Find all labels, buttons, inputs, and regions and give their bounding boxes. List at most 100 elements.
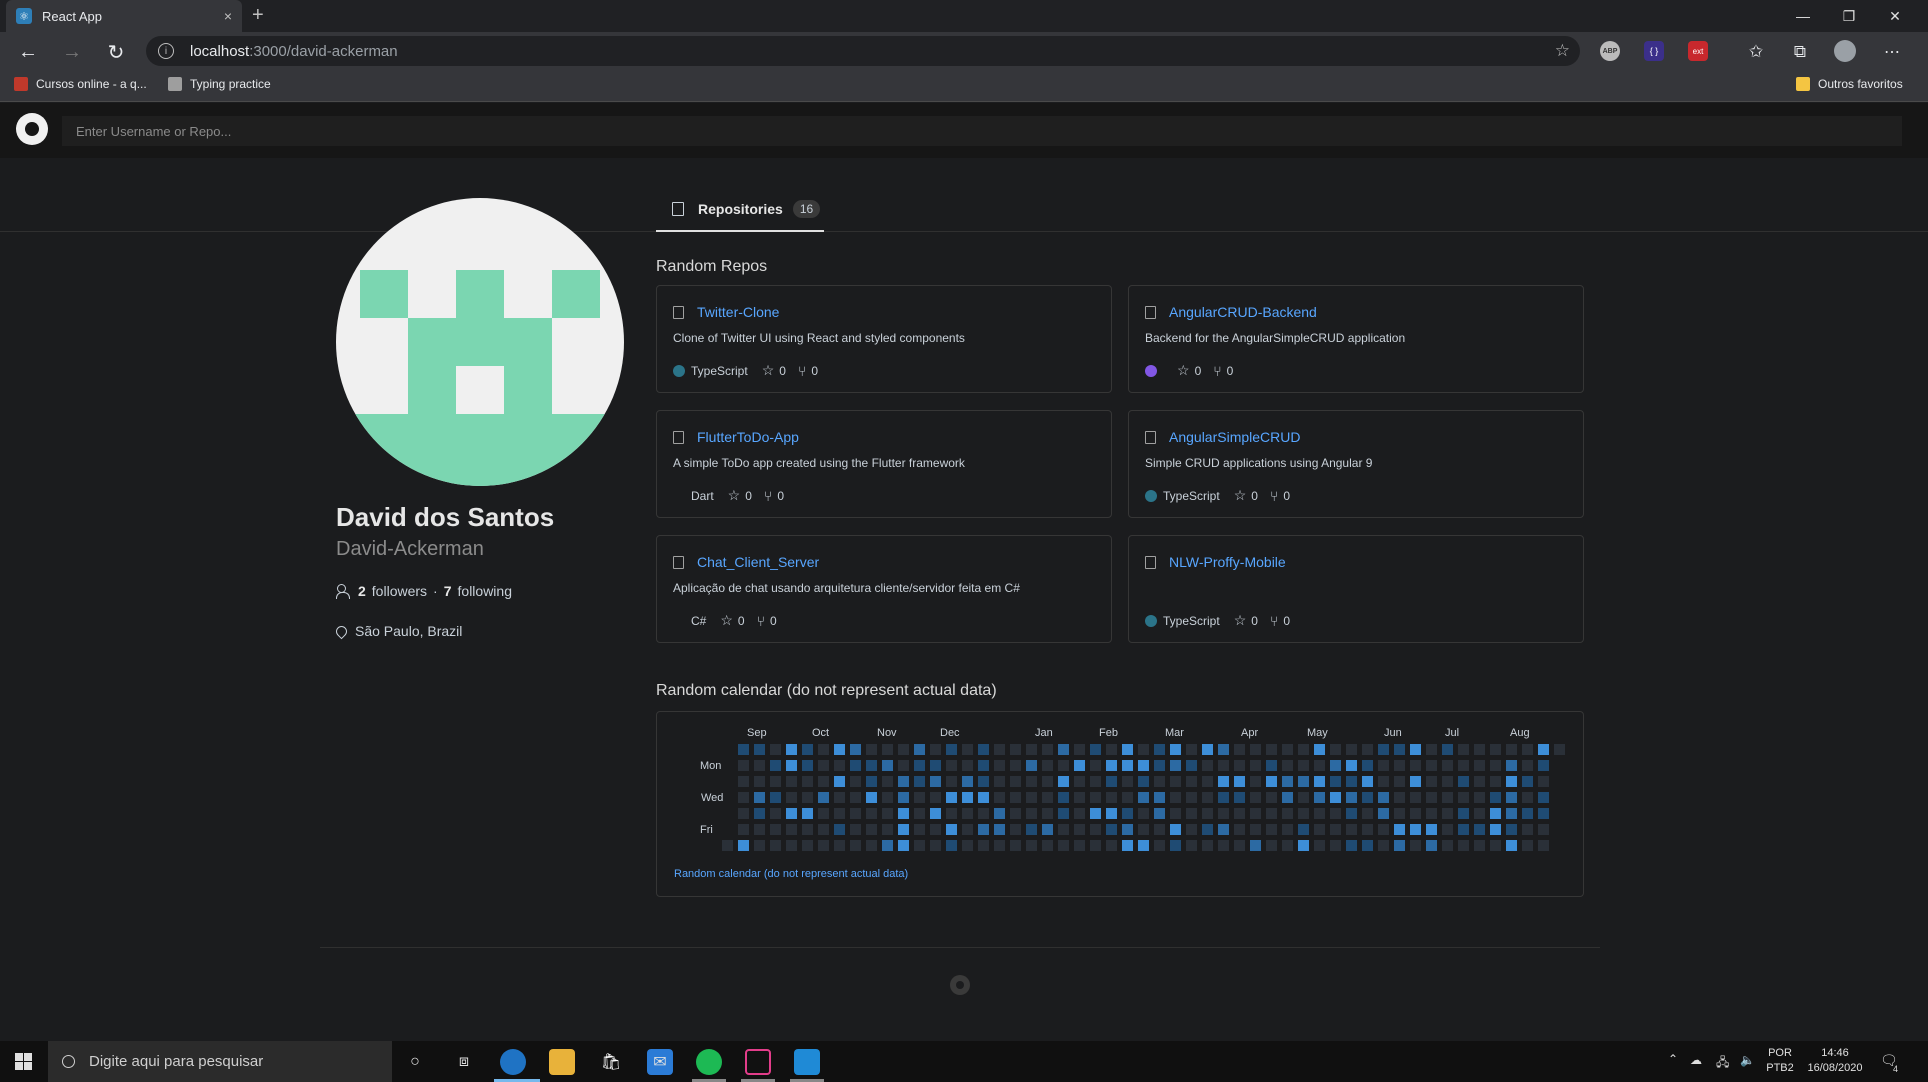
input-language[interactable]: POR PTB2 [1764,1046,1796,1076]
url-bar[interactable]: i localhost :3000/david-ackerman ☆ [146,36,1580,66]
keyboard-icon [168,77,182,91]
calendar-day-cell [1122,840,1133,851]
calendar-day-cell [1522,840,1533,851]
following-link[interactable]: following [458,583,512,599]
repo-name-link[interactable]: AngularCRUD-Backend [1169,304,1317,320]
bookmark-typing-practice[interactable]: Typing practice [168,77,271,91]
task-view-icon[interactable]: ⧈ [451,1049,477,1075]
calendar-day-cell [1090,776,1101,787]
calendar-day-cell [1490,744,1501,755]
repo-name-link[interactable]: FlutterToDo-App [697,429,799,445]
calendar-day-cell [930,760,941,771]
calendar-day-cell [1394,792,1405,803]
bookmark-star-icon[interactable]: ☆ [1555,41,1570,61]
calendar-day-cell [738,840,749,851]
repo-book-icon [673,306,684,319]
vscode-icon[interactable] [794,1049,820,1075]
calendar-day-cell [978,776,989,787]
store-icon[interactable]: 🛍 [598,1049,624,1075]
close-window-icon[interactable]: ✕ [1872,0,1918,32]
calendar-day-cell [1282,792,1293,803]
calendar-day-cell [1298,760,1309,771]
other-favorites-folder[interactable]: Outros favoritos [1796,77,1903,91]
bookmark-cursos-online[interactable]: Cursos online - a q... [14,77,147,91]
contribution-calendar: Sep Oct Nov Dec Jan Feb Mar Apr May Jun Jul Aug Mon… [656,711,1584,897]
reload-icon[interactable]: ↻ [102,38,130,66]
cortana-icon[interactable]: ○ [402,1049,428,1075]
calendar-day-cell [898,840,909,851]
forward-arrow-icon[interactable]: → [58,38,86,66]
calendar-day-cell [930,792,941,803]
favorites-icon[interactable]: ✩ [1742,38,1770,66]
network-icon[interactable]: 🖧 [1716,1053,1729,1074]
tab-close-icon[interactable]: × [224,8,232,24]
calendar-day-cell [1202,840,1213,851]
calendar-day-cell [1058,840,1069,851]
json-extension-icon[interactable]: { } [1644,41,1664,61]
calendar-note-link[interactable]: Random calendar (do not represent actual… [674,868,908,880]
calendar-day-cell [882,760,893,771]
repo-name-link[interactable]: NLW-Proffy-Mobile [1169,554,1286,570]
calendar-day-cell [802,808,813,819]
calendar-day-cell [802,776,813,787]
calendar-day-cell [1202,744,1213,755]
repo-name-link[interactable]: AngularSimpleCRUD [1169,429,1301,445]
collections-icon[interactable]: ⧉ [1786,38,1814,66]
followers-link[interactable]: followers [372,583,427,599]
calendar-day-cell [866,824,877,835]
bookmark-label: Typing practice [190,77,271,91]
calendar-day-cell [898,760,909,771]
tray-chevron-icon[interactable]: ⌃ [1668,1052,1678,1066]
onedrive-icon[interactable]: ☁ [1690,1053,1702,1067]
browser-tab[interactable]: ⚛ React App × [6,0,242,32]
username-search-input[interactable] [62,116,1902,146]
repo-name-link[interactable]: Chat_Client_Server [697,554,819,570]
minimize-icon[interactable]: — [1780,0,1826,32]
windows-taskbar: Digite aqui para pesquisar ○ ⧈ 🛍 ✉ [0,1041,1928,1082]
taskbar-search[interactable]: Digite aqui para pesquisar [48,1041,392,1082]
github-logo-icon[interactable] [16,113,48,145]
calendar-day-cell [1202,776,1213,787]
restore-icon[interactable]: ❐ [1826,0,1872,32]
repo-name-link[interactable]: Twitter-Clone [697,304,779,320]
volume-icon[interactable]: 🔈 [1740,1053,1755,1067]
calendar-day-cell [1218,776,1229,787]
tab-repositories[interactable]: Repositories 16 [656,188,824,232]
new-tab-button[interactable]: + [252,4,264,27]
calendar-day-cell [1058,824,1069,835]
calendar-day-cell [770,776,781,787]
calendar-day-cell [1042,744,1053,755]
red-extension-icon[interactable]: ext [1688,41,1708,61]
edge-browser-icon[interactable] [500,1049,526,1075]
spotify-icon[interactable] [696,1049,722,1075]
calendar-day-cell [1106,808,1117,819]
clock-time: 14:46 [1821,1047,1849,1059]
calendar-day-cell [1506,792,1517,803]
repo-book-icon [1145,431,1156,444]
calendar-day-cell [1378,808,1389,819]
calendar-day-cell [1538,760,1549,771]
terminal-icon[interactable] [745,1049,771,1075]
calendar-day-cell [1218,792,1229,803]
site-info-icon[interactable]: i [158,43,174,59]
calendar-day-cell [1298,744,1309,755]
back-arrow-icon[interactable]: ← [14,38,42,66]
more-menu-icon[interactable]: ⋯ [1878,38,1906,66]
file-explorer-icon[interactable] [549,1049,575,1075]
calendar-day-cell [1122,744,1133,755]
calendar-day-cell [770,744,781,755]
calendar-day-cell [770,840,781,851]
footer-github-icon[interactable] [950,975,970,995]
mail-icon[interactable]: ✉ [647,1049,673,1075]
calendar-day-cell [802,792,813,803]
adblock-extension-icon[interactable]: ABP [1600,41,1620,61]
calendar-day-cell [850,776,861,787]
clock[interactable]: 14:46 16/08/2020 [1800,1046,1870,1076]
calendar-day-cell [962,776,973,787]
calendar-day-cell [1122,776,1133,787]
calendar-day-cell [1138,744,1149,755]
windows-start-icon[interactable] [15,1053,32,1070]
profile-avatar-icon[interactable] [1834,40,1856,62]
calendar-day-cell [786,840,797,851]
calendar-day-cell [786,776,797,787]
